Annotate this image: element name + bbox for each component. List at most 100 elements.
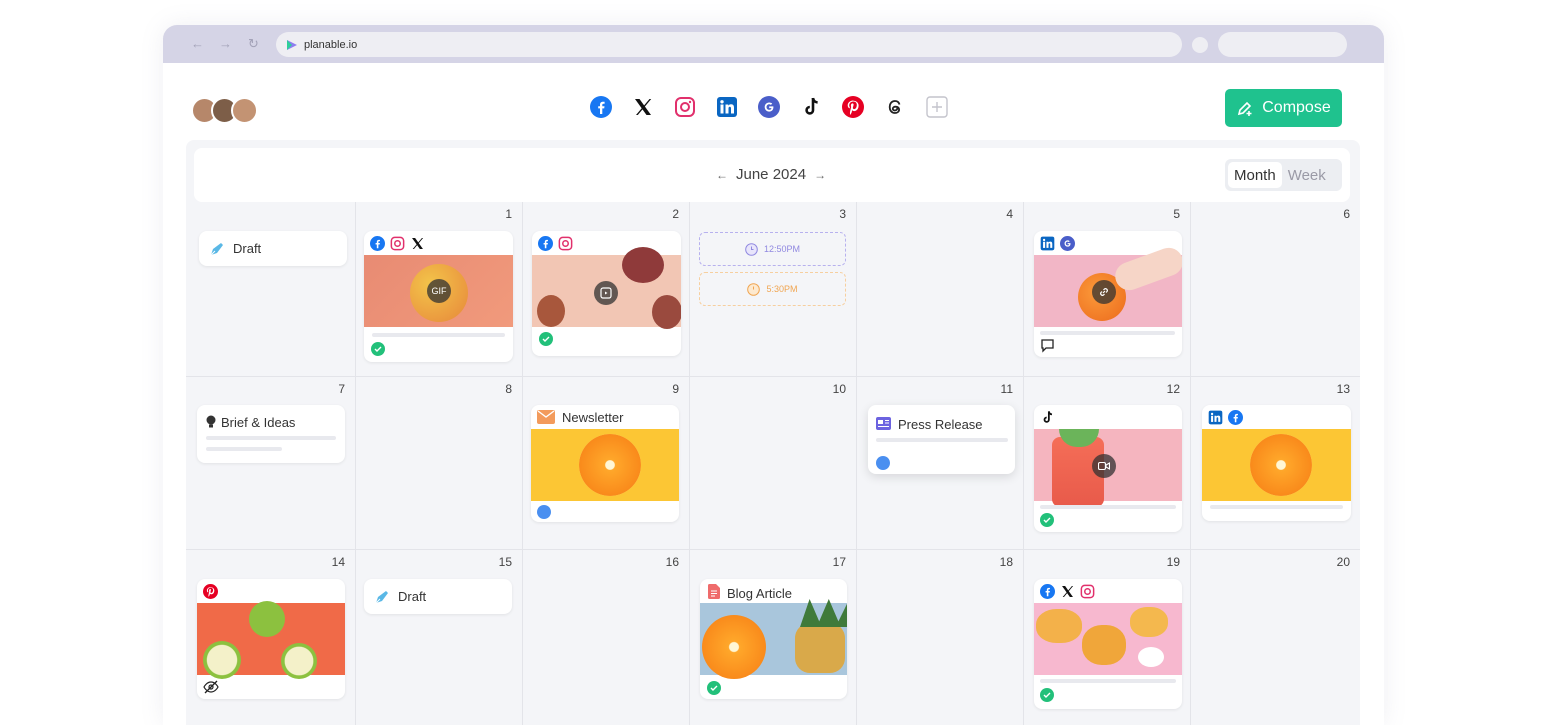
post-channels — [203, 584, 218, 599]
back-icon[interactable]: ← — [191, 36, 204, 51]
post-card[interactable]: GIF — [364, 231, 513, 362]
pen-icon — [375, 591, 388, 604]
draft-card[interactable]: Draft — [364, 579, 512, 614]
x-icon — [1062, 586, 1074, 597]
post-card[interactable] — [1202, 405, 1351, 521]
day-number: 3 — [839, 207, 846, 221]
mail-icon — [537, 410, 555, 424]
post-image — [700, 599, 847, 679]
post-image — [1202, 429, 1351, 501]
linkedin-icon[interactable] — [716, 96, 738, 118]
day-cell-10[interactable]: 10 — [690, 377, 857, 550]
day-number: 14 — [331, 555, 345, 569]
url-text: planable.io — [304, 38, 358, 51]
address-bar[interactable]: planable.io — [276, 32, 1182, 57]
approved-check-icon — [371, 342, 385, 356]
calendar: ← June 2024 → Month Week 1 2 3 4 5 6 7 8… — [186, 140, 1360, 725]
newsletter-card[interactable]: Newsletter — [531, 405, 679, 522]
day-cell-6[interactable]: 6 — [1191, 202, 1360, 377]
post-card[interactable] — [532, 231, 681, 356]
press-release-label: Press Release — [898, 417, 983, 432]
day-number: 4 — [1006, 207, 1013, 221]
add-channel-icon[interactable] — [926, 96, 948, 118]
week-view-button[interactable]: Week — [1282, 162, 1332, 188]
google-icon[interactable] — [758, 96, 780, 118]
instagram-icon[interactable] — [674, 96, 696, 118]
pen-icon — [210, 243, 223, 256]
team-avatars[interactable] — [191, 97, 258, 124]
approved-check-icon — [707, 681, 721, 695]
day-cell-20[interactable]: 20 — [1191, 550, 1360, 725]
text-placeholder — [876, 438, 1008, 442]
text-placeholder — [1040, 679, 1176, 683]
facebook-icon — [1228, 410, 1243, 425]
post-channels — [1208, 410, 1243, 425]
reel-icon — [594, 281, 618, 305]
prev-month-icon[interactable]: ← — [716, 168, 728, 182]
instagram-icon — [558, 236, 573, 251]
post-card[interactable] — [197, 579, 345, 699]
day-number: 12 — [1166, 382, 1180, 396]
post-channels — [1040, 584, 1095, 599]
planable-logo-icon — [287, 39, 297, 50]
time-slot[interactable]: 5:30PM — [699, 272, 846, 306]
tiktok-icon[interactable] — [800, 96, 822, 118]
blog-card[interactable]: Blog Article — [700, 579, 847, 699]
linkedin-icon — [1208, 410, 1223, 425]
document-icon — [708, 584, 720, 599]
day-cell-16[interactable]: 16 — [523, 550, 690, 725]
pinterest-icon[interactable] — [842, 96, 864, 118]
google-icon — [1060, 236, 1075, 251]
slot-time: 12:50PM — [763, 244, 801, 254]
draft-card[interactable]: Draft — [199, 231, 347, 266]
month-label: June 2024 — [736, 166, 807, 183]
extension-bar[interactable] — [1218, 32, 1347, 57]
x-icon[interactable] — [632, 96, 654, 118]
text-placeholder — [206, 436, 336, 440]
post-card[interactable] — [1034, 579, 1182, 709]
brief-card[interactable]: Brief & Ideas — [197, 405, 345, 463]
day-number: 1 — [505, 207, 512, 221]
approved-check-icon — [539, 332, 553, 346]
instagram-icon — [390, 236, 405, 251]
month-view-button[interactable]: Month — [1228, 162, 1282, 188]
day-number: 10 — [832, 382, 846, 396]
post-card[interactable] — [1034, 231, 1182, 357]
approved-check-icon — [1040, 513, 1054, 527]
edit-plus-icon — [1238, 101, 1252, 116]
hidden-eye-icon — [203, 680, 219, 694]
avatar[interactable] — [231, 97, 258, 124]
compose-button[interactable]: Compose — [1225, 89, 1342, 127]
facebook-icon — [370, 236, 385, 251]
forward-icon[interactable]: → — [219, 36, 232, 51]
profile-icon[interactable] — [1192, 37, 1208, 53]
press-release-card[interactable]: Press Release — [868, 405, 1015, 474]
post-channels — [370, 236, 425, 251]
day-number: 17 — [832, 555, 846, 569]
brief-label: Brief & Ideas — [221, 415, 296, 430]
time-slot[interactable]: 12:50PM — [699, 232, 846, 266]
text-placeholder — [1040, 505, 1176, 509]
text-placeholder — [206, 447, 282, 451]
threads-icon[interactable] — [884, 96, 906, 118]
scheduled-clock-icon — [537, 505, 551, 519]
day-number: 8 — [505, 382, 512, 396]
text-placeholder — [1040, 331, 1175, 335]
facebook-icon[interactable] — [590, 96, 612, 118]
day-cell-4[interactable]: 4 — [857, 202, 1024, 377]
post-image — [531, 429, 679, 501]
day-cell-15[interactable]: 15 — [356, 550, 523, 725]
day-cell-7[interactable]: 7 — [186, 377, 356, 550]
newspaper-icon — [876, 417, 891, 430]
clock-icon — [745, 242, 758, 256]
post-card[interactable] — [1034, 405, 1182, 532]
day-cell-empty[interactable] — [186, 202, 356, 377]
link-icon — [1092, 280, 1116, 304]
day-cell-18[interactable]: 18 — [857, 550, 1024, 725]
reload-icon[interactable]: ↻ — [248, 36, 259, 52]
draft-label: Draft — [233, 241, 262, 256]
gif-badge: GIF — [427, 279, 451, 303]
next-month-icon[interactable]: → — [814, 168, 826, 182]
instagram-icon — [1080, 584, 1095, 599]
day-cell-8[interactable]: 8 — [356, 377, 523, 550]
